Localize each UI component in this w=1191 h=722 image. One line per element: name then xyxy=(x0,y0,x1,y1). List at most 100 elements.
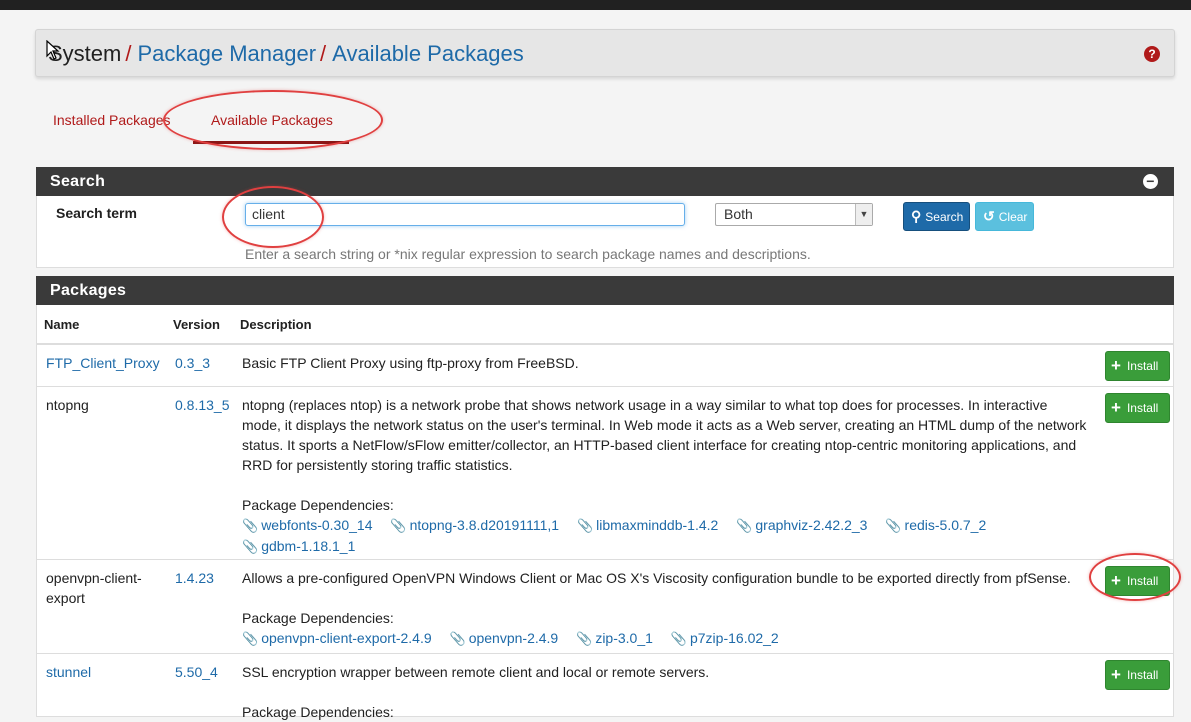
tab-installed-packages[interactable]: Installed Packages xyxy=(53,112,171,128)
table-row: ntopng 0.8.13_5 ntopng (replaces ntop) i… xyxy=(37,386,1173,559)
table-row: FTP_Client_Proxy 0.3_3 Basic FTP Client … xyxy=(37,344,1173,386)
paperclip-icon: 📎 xyxy=(449,631,466,646)
plus-icon: + xyxy=(1111,398,1121,417)
install-button-label: Install xyxy=(1126,401,1159,415)
page-title: System / Package Manager / Available Package… xyxy=(48,41,524,67)
paperclip-icon: 📎 xyxy=(885,518,902,533)
install-button-label: Install xyxy=(1126,359,1159,373)
dependency-link[interactable]: 📎 gdbm-1.18.1_1 xyxy=(242,536,355,557)
package-version-link[interactable]: 0.3_3 xyxy=(175,353,210,373)
search-term-label: Search term xyxy=(56,205,137,221)
package-description: SSL encryption wrapper between remote cl… xyxy=(242,664,710,680)
dependency-link[interactable]: 📎 openvpn-2.4.9 xyxy=(450,628,559,649)
package-dependencies: 📎 webfonts-0.30_14 📎 ntopng-3.8.d20191111,… xyxy=(242,515,1090,557)
table-row: openvpn-client-export 1.4.23 Allows a pr… xyxy=(37,559,1173,653)
chevron-down-icon: ▼ xyxy=(855,204,872,225)
package-version-link[interactable]: 0.8.13_5 xyxy=(175,395,230,415)
paperclip-icon: 📎 xyxy=(670,631,687,646)
minus-circle-icon[interactable]: − xyxy=(1143,174,1158,189)
install-button-label: Install xyxy=(1126,668,1159,682)
install-button[interactable]: + Install xyxy=(1105,393,1170,423)
package-dependencies-label: Package Dependencies: xyxy=(242,704,394,720)
active-tab-indicator xyxy=(193,141,349,144)
paperclip-icon: 📎 xyxy=(390,518,407,533)
dependency-label: webfonts-0.30_14 xyxy=(261,517,373,533)
package-version-link[interactable]: 1.4.23 xyxy=(175,568,214,588)
search-icon: ⚲ xyxy=(911,208,922,224)
dependency-label: graphviz-2.42.2_3 xyxy=(755,517,868,533)
search-panel-title: Search xyxy=(50,173,106,190)
clear-button[interactable]: ↺ Clear xyxy=(975,202,1034,231)
search-panel-body: Search term client Both ▼ ⚲ Search ↺ Clear… xyxy=(36,196,1174,268)
search-panel-heading: Search − xyxy=(36,167,1174,196)
dependency-link[interactable]: 📎 libmaxminddb-1.4.2 xyxy=(577,515,718,536)
package-description: Allows a pre-configured OpenVPN Windows … xyxy=(242,570,1071,586)
dependency-label: gdbm-1.18.1_1 xyxy=(261,538,356,554)
paperclip-icon: 📎 xyxy=(576,518,594,533)
breadcrumb-separator: / xyxy=(320,41,327,66)
table-row: stunnel 5.50_4 SSL encryption wrapper be… xyxy=(37,653,1173,720)
paperclip-icon: 📎 xyxy=(242,518,259,533)
paperclip-icon: 📎 xyxy=(736,518,753,533)
dependency-label: openvpn-2.4.9 xyxy=(468,630,559,646)
package-dependencies: 📎 openvpn-client-export-2.4.9 📎 openvpn-2.… xyxy=(242,628,1090,649)
package-name-link[interactable]: FTP_Client_Proxy xyxy=(46,353,166,373)
dependency-link[interactable]: 📎 redis-5.0.7_2 xyxy=(885,515,986,536)
search-scope-select[interactable]: Both ▼ xyxy=(715,203,873,226)
dependency-label: zip-3.0_1 xyxy=(595,630,653,646)
search-scope-value: Both xyxy=(724,206,753,222)
undo-icon: ↺ xyxy=(983,208,995,224)
dependency-link[interactable]: 📎 graphviz-2.42.2_3 xyxy=(736,515,867,536)
mouse-cursor-icon xyxy=(46,40,60,60)
dependency-link[interactable]: 📎 ntopng-3.8.d20191111,1 xyxy=(390,515,559,536)
dependency-label: p7zip-16.02_2 xyxy=(689,630,779,646)
dependency-label: ntopng-3.8.d20191111,1 xyxy=(409,517,560,533)
search-button-label: Search xyxy=(925,210,964,224)
packages-table: Name Version Description FTP_Client_Prox… xyxy=(36,305,1174,720)
package-dependencies-label: Package Dependencies: xyxy=(242,497,394,513)
package-name-link[interactable]: stunnel xyxy=(46,662,166,682)
packages-panel-title: Packages xyxy=(50,282,127,299)
dependency-label: redis-5.0.7_2 xyxy=(904,517,987,533)
install-button-label: Install xyxy=(1126,574,1159,588)
column-header-version: Version xyxy=(173,317,220,332)
breadcrumb-available-packages[interactable]: Available Packages xyxy=(332,41,524,66)
dependency-label: libmaxminddb-1.4.2 xyxy=(596,517,719,533)
search-button[interactable]: ⚲ Search xyxy=(903,202,970,231)
dependency-label: openvpn-client-export-2.4.9 xyxy=(261,630,432,646)
package-dependencies-label: Package Dependencies: xyxy=(242,610,394,626)
dependency-link[interactable]: 📎 webfonts-0.30_14 xyxy=(242,515,373,536)
package-description-block: Allows a pre-configured OpenVPN Windows … xyxy=(242,568,1090,649)
paperclip-icon: 📎 xyxy=(242,631,259,646)
package-description: ntopng (replaces ntop) is a network prob… xyxy=(242,397,1087,473)
dependency-link[interactable]: 📎 p7zip-16.02_2 xyxy=(671,628,779,649)
question-circle-icon[interactable]: ? xyxy=(1144,46,1160,62)
search-help-text: Enter a search string or *nix regular ex… xyxy=(245,246,811,262)
breadcrumb-separator: / xyxy=(125,41,132,66)
paperclip-icon: 📎 xyxy=(242,539,259,554)
package-tabs: Installed Packages Available Packages xyxy=(36,104,1176,144)
install-button[interactable]: + Install xyxy=(1105,351,1170,381)
column-header-name: Name xyxy=(44,317,80,332)
breadcrumb-package-manager[interactable]: Package Manager xyxy=(137,41,316,66)
install-button[interactable]: + Install xyxy=(1105,660,1170,690)
install-button[interactable]: + Install xyxy=(1105,566,1170,596)
tab-available-packages[interactable]: Available Packages xyxy=(211,112,333,128)
plus-icon: + xyxy=(1111,665,1121,684)
package-name: openvpn-client-export xyxy=(46,570,142,606)
column-header-description: Description xyxy=(240,317,312,332)
package-name: ntopng xyxy=(46,397,89,413)
top-navbar xyxy=(0,0,1191,10)
search-input[interactable]: client xyxy=(245,203,685,226)
package-description: Basic FTP Client Proxy using ftp-proxy f… xyxy=(242,355,579,371)
dependency-link[interactable]: 📎 openvpn-client-export-2.4.9 xyxy=(242,628,432,649)
package-description-block: SSL encryption wrapper between remote cl… xyxy=(242,662,1090,722)
breadcrumb: System / Package Manager / Available Package… xyxy=(35,29,1175,77)
plus-icon: + xyxy=(1111,571,1121,590)
clear-button-label: Clear xyxy=(998,210,1028,224)
package-version-link[interactable]: 5.50_4 xyxy=(175,662,218,682)
dependency-link[interactable]: 📎 zip-3.0_1 xyxy=(576,628,653,649)
paperclip-icon: 📎 xyxy=(576,631,593,646)
plus-icon: + xyxy=(1111,356,1121,375)
packages-panel-heading: Packages xyxy=(36,276,1174,305)
